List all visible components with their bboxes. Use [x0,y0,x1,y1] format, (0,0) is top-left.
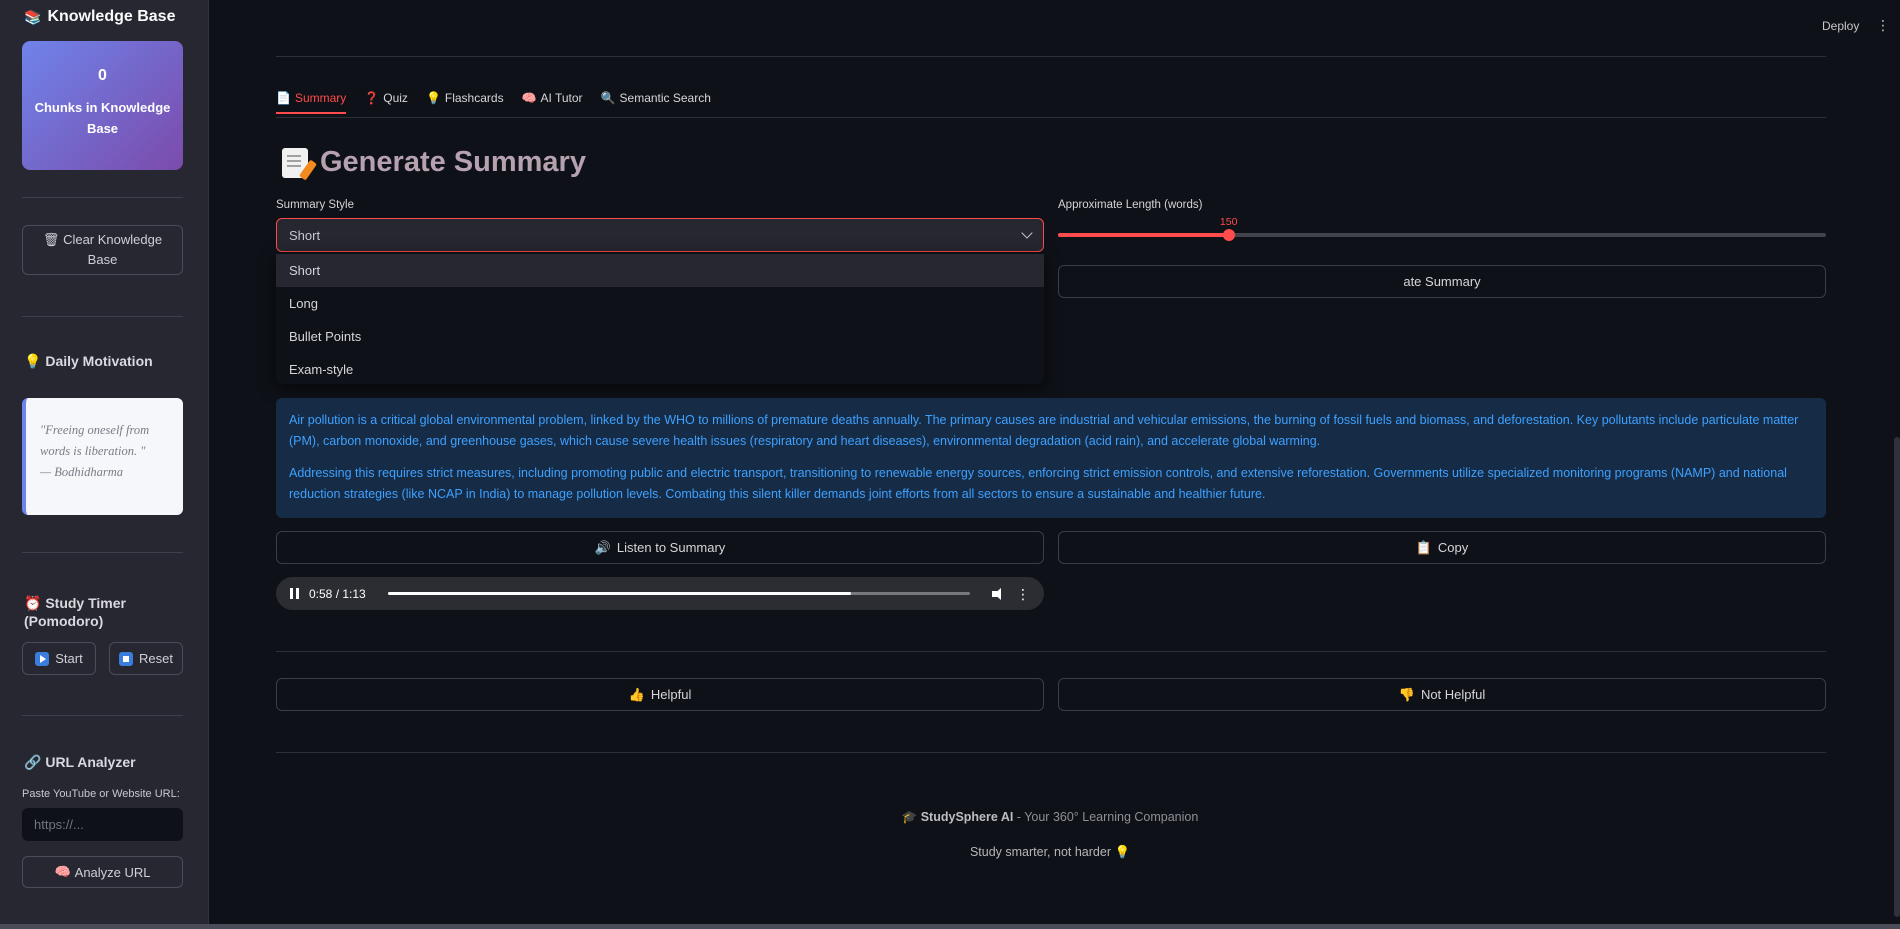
url-analyzer-heading: 🔗 URL Analyzer [24,754,136,770]
timer-reset-button[interactable]: Reset [109,642,183,675]
clear-knowledge-base-button[interactable]: 🗑 Clear Knowledge Base [22,225,183,275]
deploy-button[interactable]: Deploy [1822,19,1859,33]
books-icon: 📚 [24,8,42,25]
divider [276,651,1826,652]
not-helpful-button[interactable]: 👎 Not Helpful [1058,678,1826,711]
brain-icon: 🧠 [54,864,71,879]
chevron-down-icon [1021,227,1033,239]
daily-motivation-heading: 💡 Daily Motivation [24,353,153,369]
summary-style-label: Summary Style [276,199,354,211]
search-icon: 🔍 [600,91,616,105]
volume-icon[interactable] [992,587,1006,600]
kb-label: Chunks in Knowledge Base [34,100,171,136]
divider [22,197,183,198]
play-icon [35,651,50,666]
knowledge-base-card: 0 Chunks in Knowledge Base [22,41,183,170]
divider [22,715,183,716]
listen-button[interactable]: 🔊 Listen to Summary [276,531,1044,564]
lightbulb-icon: 💡 [1114,845,1131,859]
speaker-icon: 🔊 [594,539,611,555]
option-long[interactable]: Long [276,287,1044,320]
divider [276,56,1826,57]
sidebar: 📚 Knowledge Base 0 Chunks in Knowledge B… [0,0,209,929]
divider [22,316,183,317]
alarm-clock-icon: ⏰ [24,595,42,611]
more-options-icon[interactable]: ⋮ [1016,587,1030,601]
option-short[interactable]: Short [276,254,1044,287]
thumbs-down-icon: 👎 [1398,686,1415,702]
stop-icon [119,651,134,666]
summary-output: Air pollution is a critical global envir… [276,398,1826,518]
summary-style-dropdown: Short Long Bullet Points Exam-style [276,253,1044,384]
thumbs-up-icon: 👍 [628,686,645,702]
generate-summary-button[interactable]: ate Summary [1058,265,1826,298]
footer-brand: 🎓 StudySphere AI - Your 360° Learning Co… [901,810,1199,824]
divider [22,552,183,553]
tab-quiz[interactable]: ❓ Quiz [364,91,408,113]
page-title: Generate Summary [282,146,586,179]
length-label: Approximate Length (words) [1058,199,1203,211]
summary-paragraph: Addressing this requires strict measures… [289,466,1787,501]
pause-icon[interactable] [290,588,299,599]
clipboard-icon: 📋 [1415,539,1432,555]
length-slider-handle[interactable] [1222,229,1235,241]
sidebar-title: 📚 Knowledge Base [24,8,176,25]
question-icon: ❓ [364,91,380,105]
tab-semantic-search[interactable]: 🔍 Semantic Search [601,91,711,113]
summary-style-select[interactable]: Short [276,218,1044,252]
audio-progress-fill [387,592,851,595]
graduation-cap-icon: 🎓 [901,810,918,824]
option-exam-style[interactable]: Exam-style [276,353,1044,386]
kb-count: 0 [98,67,107,84]
memo-icon [282,147,308,178]
tab-bar: 📄 Summary ❓ Quiz 💡 Flashcards 🧠 AI Tutor 🔍 Se… [276,91,711,114]
lightbulb-icon: 💡 [425,91,441,105]
quote-card: "Freeing oneself from words is liberatio… [22,398,183,515]
lightbulb-icon: 💡 [24,353,42,369]
quote-author: — Bodhidharma [40,465,123,479]
length-slider-value: 150 [1219,216,1238,228]
audio-player: 0:58 / 1:13 ⋮ [276,577,1044,610]
select-value: Short [289,227,321,243]
helpful-button[interactable]: 👍 Helpful [276,678,1044,711]
summary-paragraph: Air pollution is a critical global envir… [289,413,1799,448]
timer-start-button[interactable]: Start [22,642,96,675]
audio-progress-bar[interactable] [387,592,970,595]
divider [276,117,1826,118]
option-bullet-points[interactable]: Bullet Points [276,320,1044,353]
analyze-url-button[interactable]: 🧠 Analyze URL [22,856,183,888]
study-timer-heading: ⏰ Study Timer (Pomodoro) [24,595,126,629]
audio-time: 0:58 / 1:13 [309,586,366,601]
memo-icon: 📄 [276,91,291,105]
divider [276,752,1826,753]
url-field-label: Paste YouTube or Website URL: [22,788,180,800]
tab-flashcards[interactable]: 💡 Flashcards [426,91,504,113]
brain-icon: 🧠 [521,91,537,105]
link-icon: 🔗 [24,754,42,770]
copy-button[interactable]: 📋 Copy [1058,531,1826,564]
main-menu-icon[interactable]: ⋮ [1876,17,1890,34]
scrollbar[interactable] [1894,437,1900,917]
footer-tagline: Study smarter, not harder 💡 [969,845,1131,859]
tab-ai-tutor[interactable]: 🧠 AI Tutor [522,91,583,113]
window-bottom-edge [0,924,1900,929]
length-slider-fill [1058,233,1229,237]
tab-summary[interactable]: 📄 Summary [276,91,347,114]
wastebasket-icon: 🗑 [42,232,60,247]
quote-text: "Freeing oneself from words is liberatio… [40,423,150,458]
